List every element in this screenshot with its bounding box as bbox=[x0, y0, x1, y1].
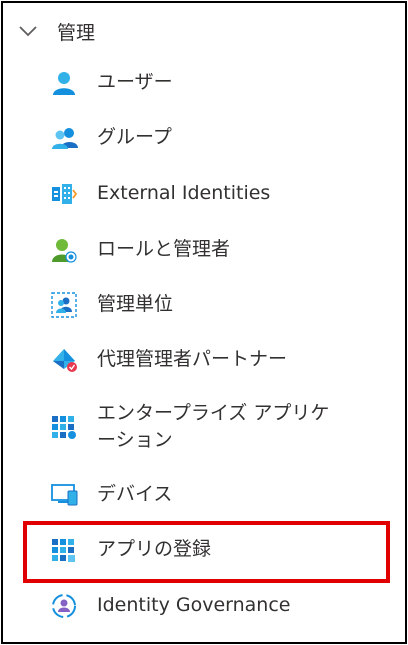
identity-governance-icon bbox=[51, 593, 87, 619]
nav-item-label: エンタープライズ アプリケーション bbox=[97, 402, 330, 451]
nav-item-label: 管理単位 bbox=[97, 293, 174, 315]
nav-item-label: External Identities bbox=[97, 182, 271, 204]
nav-item-label: デバイス bbox=[97, 483, 173, 505]
section-header-manage[interactable]: 管理 bbox=[17, 13, 95, 49]
nav-item-label: ユーザー bbox=[97, 71, 173, 93]
nav-panel: 管理 ユーザー グループ External Identities ロールと管理者… bbox=[1, 1, 407, 644]
delegated-admin-partners-icon bbox=[51, 347, 87, 373]
group-icon bbox=[51, 125, 87, 151]
section-title: 管理 bbox=[57, 21, 96, 44]
highlight-box bbox=[23, 521, 390, 583]
nav-item-external-identities[interactable]: External Identities bbox=[51, 180, 381, 207]
nav-item-label: ロールと管理者 bbox=[97, 238, 231, 260]
nav-item-users[interactable]: ユーザー bbox=[51, 69, 381, 96]
nav-item-identity-governance[interactable]: Identity Governance bbox=[51, 592, 381, 619]
nav-item-admin-units[interactable]: 管理単位 bbox=[51, 291, 381, 318]
enterprise-apps-icon bbox=[51, 414, 87, 440]
nav-item-label: 代理管理者パートナー bbox=[97, 348, 288, 370]
nav-item-enterprise-apps[interactable]: エンタープライズ アプリケーション bbox=[51, 400, 381, 454]
devices-icon bbox=[51, 482, 87, 508]
nav-item-delegated-admin-partners[interactable]: 代理管理者パートナー bbox=[51, 346, 381, 373]
admin-units-icon bbox=[51, 291, 87, 318]
nav-item-groups[interactable]: グループ bbox=[51, 124, 381, 151]
nav-item-label: グループ bbox=[97, 126, 172, 148]
chevron-down-icon[interactable] bbox=[17, 20, 39, 42]
external-identities-icon bbox=[51, 181, 87, 207]
nav-item-label: Identity Governance bbox=[97, 594, 291, 616]
roles-admins-icon bbox=[51, 237, 87, 263]
user-icon bbox=[51, 70, 87, 96]
nav-item-roles-admins[interactable]: ロールと管理者 bbox=[51, 236, 381, 263]
nav-item-devices[interactable]: デバイス bbox=[51, 481, 381, 508]
